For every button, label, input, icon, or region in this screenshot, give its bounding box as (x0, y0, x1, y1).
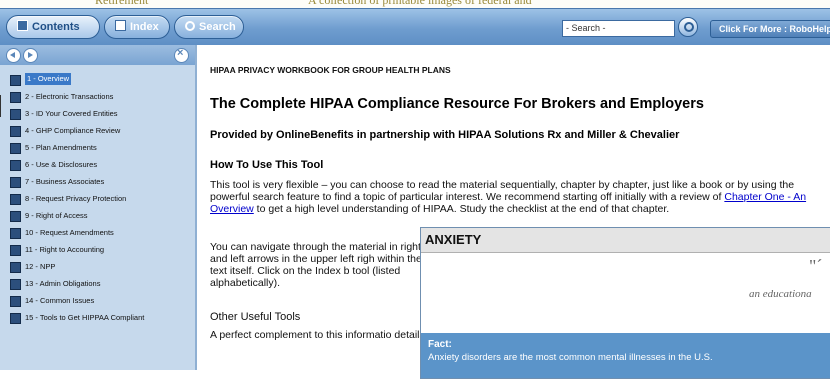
book-icon (10, 296, 21, 307)
sidebar-item-label: 7 - Business Associates (25, 177, 105, 186)
page-kicker: HIPAA PRIVACY WORKBOOK FOR GROUP HEALTH … (210, 65, 451, 75)
book-icon (17, 20, 28, 31)
sidebar-item-request-amendments[interactable]: 10 - Request Amendments (0, 224, 195, 241)
sidebar-item-right-of-access[interactable]: 9 - Right of Access (0, 207, 195, 224)
book-icon (10, 126, 21, 137)
sidebar-item-label: 14 - Common Issues (25, 296, 95, 305)
sidebar-item-tools[interactable]: 15 - Tools to Get HIPPAA Compliant (0, 309, 195, 326)
sidebar-item-right-to-accounting[interactable]: 11 - Right to Accounting (0, 241, 195, 258)
book-icon (10, 92, 21, 103)
sidebar-item-plan-amendments[interactable]: 5 - Plan Amendments (0, 139, 195, 156)
click-for-more-button[interactable]: Click For More : RoboHelp (710, 20, 830, 38)
sidebar-item-label: 9 - Right of Access (25, 211, 88, 220)
sidebar: 1 - Overview 2 - Electronic Transactions… (0, 45, 197, 370)
sidebar-item-covered-entities[interactable]: 3 - ID Your Covered Entities (0, 105, 195, 122)
ad-popup[interactable]: ANXIETY "´ an educationa Fact: Anxiety d… (420, 227, 830, 379)
book-icon (10, 279, 21, 290)
book-icon (10, 228, 21, 239)
sidebar-item-label: 8 - Request Privacy Protection (25, 194, 127, 203)
sidebar-item-electronic-transactions[interactable]: 2 - Electronic Transactions (0, 88, 195, 105)
sidebar-item-label: 11 - Right to Accounting (25, 245, 105, 254)
book-icon (10, 177, 21, 188)
sidebar-header (0, 45, 195, 65)
ad-header: ANXIETY (421, 228, 830, 253)
tab-search-label: Search (199, 21, 236, 33)
book-icon (10, 211, 21, 222)
tab-index[interactable]: Index (104, 15, 170, 39)
search-input[interactable]: - Search - (562, 20, 675, 37)
next-arrow-icon[interactable] (23, 48, 38, 63)
book-icon (10, 245, 21, 256)
paragraph-text: to get a high level understanding of HIP… (253, 203, 670, 215)
background-text-left: Retirement (95, 0, 149, 7)
paragraph-text: This tool is very flexible – you can cho… (210, 179, 795, 203)
document-icon (115, 20, 126, 31)
book-icon (10, 262, 21, 273)
book-icon (10, 109, 21, 120)
tab-contents[interactable]: Contents (6, 15, 100, 39)
sidebar-item-label: 10 - Request Amendments (25, 228, 114, 237)
toc-list: 1 - Overview 2 - Electronic Transactions… (0, 71, 195, 326)
book-icon (10, 75, 21, 86)
ad-fact-box: Fact: Anxiety disorders are the most com… (421, 333, 830, 378)
tab-contents-label: Contents (32, 21, 80, 33)
sidebar-item-label: 5 - Plan Amendments (25, 143, 97, 152)
sidebar-item-label: 15 - Tools to Get HIPPAA Compliant (25, 313, 145, 322)
ad-tagline: an educationa (749, 288, 812, 300)
sidebar-item-label: 4 - GHP Compliance Review (25, 126, 121, 135)
navigation-paragraph: You can navigate through the material in… (210, 241, 422, 289)
ad-title: ANXIETY (425, 232, 482, 247)
sidebar-item-label: 13 - Admin Obligations (25, 279, 101, 288)
sidebar-item-label: 12 - NPP (25, 262, 56, 271)
tab-search[interactable]: Search (174, 15, 244, 39)
window-edge-marker (0, 95, 7, 117)
background-text-right: A collection of printable images of fede… (308, 0, 532, 7)
howto-heading: How To Use This Tool (210, 159, 324, 171)
fact-body: Anxiety disorders are the most common me… (428, 352, 713, 363)
sidebar-item-overview[interactable]: 1 - Overview (0, 71, 195, 88)
sidebar-item-business-associates[interactable]: 7 - Business Associates (0, 173, 195, 190)
book-icon (10, 194, 21, 205)
sidebar-item-label: 3 - ID Your Covered Entities (25, 109, 118, 118)
sidebar-item-common-issues[interactable]: 14 - Common Issues (0, 292, 195, 309)
sidebar-item-use-disclosures[interactable]: 6 - Use & Disclosures (0, 156, 195, 173)
sidebar-item-request-privacy[interactable]: 8 - Request Privacy Protection (0, 190, 195, 207)
howto-paragraph: This tool is very flexible – you can cho… (210, 179, 820, 215)
sidebar-item-label: 6 - Use & Disclosures (25, 160, 98, 169)
quote-mark: "´ (809, 256, 823, 276)
sidebar-item-ghp-compliance[interactable]: 4 - GHP Compliance Review (0, 122, 195, 139)
book-icon (10, 160, 21, 171)
tab-index-label: Index (130, 21, 159, 33)
search-go-icon[interactable] (678, 17, 698, 37)
fact-heading: Fact: (428, 339, 452, 350)
book-icon (10, 143, 21, 154)
book-icon (10, 313, 21, 324)
sidebar-item-label: 2 - Electronic Transactions (25, 92, 114, 101)
sidebar-item-npp[interactable]: 12 - NPP (0, 258, 195, 275)
page-title: The Complete HIPAA Compliance Resource F… (210, 96, 704, 112)
toolbar: Contents Index Search - Search - Click F… (0, 8, 830, 46)
other-tools-heading: Other Useful Tools (210, 311, 301, 323)
previous-arrow-icon[interactable] (6, 48, 21, 63)
sidebar-item-label: 1 - Overview (25, 73, 72, 85)
page-subtitle: Provided by OnlineBenefits in partnershi… (210, 129, 680, 141)
close-pane-icon[interactable] (174, 47, 189, 63)
complement-paragraph: A perfect complement to this informatio … (210, 329, 428, 341)
sidebar-item-admin-obligations[interactable]: 13 - Admin Obligations (0, 275, 195, 292)
magnifier-icon (185, 21, 195, 31)
